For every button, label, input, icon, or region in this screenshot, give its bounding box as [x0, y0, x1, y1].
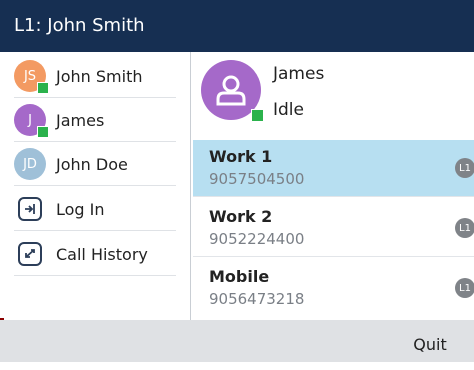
sidebar-item-log-in[interactable]: Log In — [14, 187, 176, 231]
contact-header: James Idle — [191, 52, 474, 140]
phone-number: 9057504500 — [209, 170, 305, 188]
sidebar-item-label: James — [56, 110, 105, 130]
sidebar-item-james[interactable]: J James — [14, 98, 176, 142]
sidebar-item-john-doe[interactable]: JD John Doe — [14, 142, 176, 186]
avatar: J — [14, 104, 49, 138]
avatar: JD — [14, 148, 46, 180]
number-row-work-2[interactable]: Work 2 9052224400 L1 — [193, 200, 474, 257]
number-label: Work 1 — [209, 147, 273, 166]
page-title: L1: John Smith — [14, 15, 145, 36]
line-badge: L1 — [455, 278, 474, 298]
presence-indicator — [37, 126, 49, 138]
number-label: Mobile — [209, 267, 270, 286]
call-history-icon — [18, 242, 42, 266]
phone-number: 9052224400 — [209, 230, 305, 248]
contact-status: Idle — [273, 100, 304, 120]
login-icon — [18, 197, 42, 221]
line-badge: L1 — [455, 218, 474, 238]
number-label: Work 2 — [209, 207, 273, 226]
presence-indicator — [251, 109, 264, 122]
softkey-bar: Quit — [0, 320, 474, 362]
sidebar: JS John Smith J James JD John Doe Log In — [0, 52, 190, 320]
number-row-work-1[interactable]: Work 1 9057504500 L1 — [193, 140, 474, 197]
number-row-mobile[interactable]: Mobile 9056473218 L1 — [193, 260, 474, 317]
quit-button[interactable]: Quit — [390, 320, 470, 362]
sidebar-item-label: John Smith — [56, 66, 143, 86]
sidebar-item-label: Log In — [56, 199, 105, 219]
sidebar-item-label: John Doe — [56, 154, 128, 174]
line-badge: L1 — [455, 158, 474, 178]
sidebar-item-call-history[interactable]: Call History — [14, 232, 176, 276]
avatar: JS — [14, 60, 49, 94]
sidebar-item-label: Call History — [56, 244, 148, 264]
sidebar-item-john-smith[interactable]: JS John Smith — [14, 54, 176, 98]
contact-name: James — [273, 64, 325, 84]
phone-number: 9056473218 — [209, 290, 305, 308]
presence-indicator — [37, 82, 49, 94]
title-bar: L1: John Smith — [0, 0, 474, 52]
